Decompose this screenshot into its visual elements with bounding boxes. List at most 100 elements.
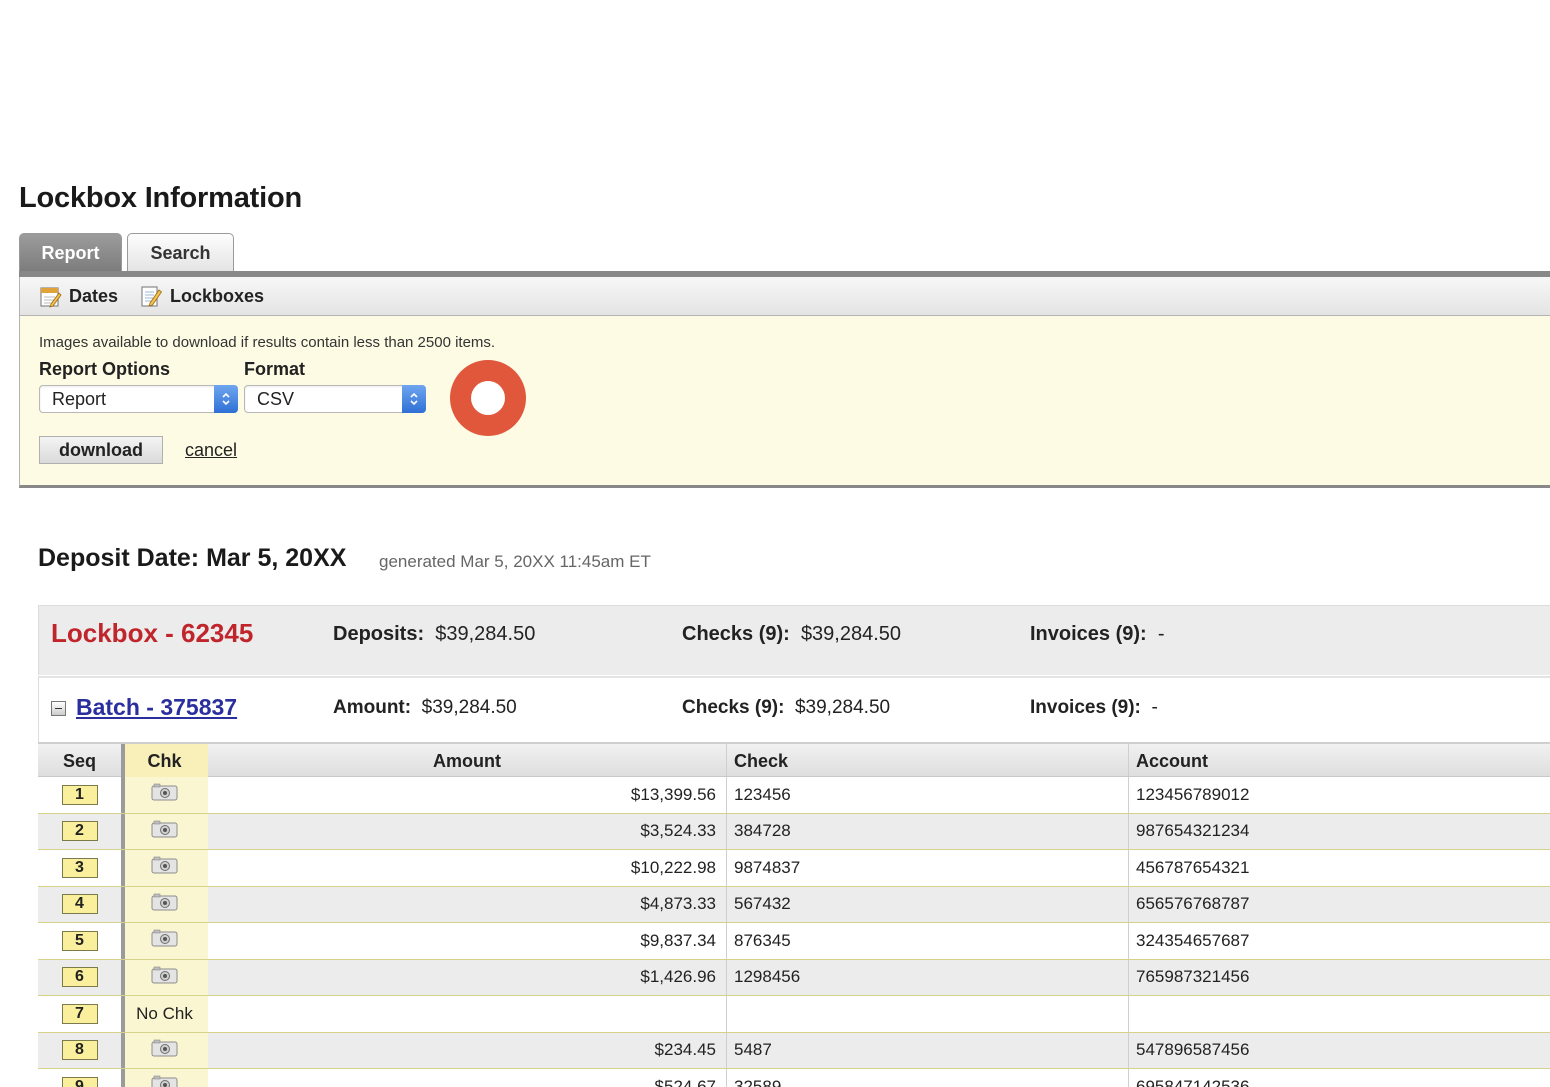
- seq-cell: 9: [38, 1069, 121, 1087]
- seq-button[interactable]: 7: [61, 1003, 98, 1024]
- checks-value: $39,284.50: [794, 697, 891, 718]
- collapse-toggle-icon[interactable]: [51, 701, 66, 716]
- check-image-cell: [121, 850, 208, 886]
- column-header-check[interactable]: Check: [726, 744, 1128, 779]
- check-image-cell: [121, 1033, 208, 1069]
- seq-button[interactable]: 5: [61, 930, 98, 951]
- lockbox-deposits: Deposits: $39,284.50: [333, 623, 535, 646]
- table-row: 6 $1,426.96 1298456 765987321456: [38, 959, 1550, 996]
- deposits-label: Deposits:: [333, 623, 425, 645]
- column-divider: [1128, 959, 1129, 995]
- batch-link[interactable]: Batch - 375837: [76, 694, 237, 721]
- amount-cell: $3,524.33: [640, 821, 716, 841]
- lockboxes-button[interactable]: Lockboxes: [141, 282, 264, 310]
- document-edit-icon: [141, 286, 163, 307]
- account-cell: 656576768787: [1136, 894, 1250, 914]
- check-number-cell: 9874837: [734, 857, 801, 877]
- checks-label: Checks (9):: [682, 623, 790, 645]
- table-row: 2 $3,524.33 384728 987654321234: [38, 813, 1550, 850]
- amount-value: $39,284.50: [421, 697, 517, 718]
- table-body: 1 $13,399.56 123456 123456789012 2 $3,524.33 3…: [38, 777, 1550, 1087]
- calendar-edit-icon: [40, 287, 62, 308]
- column-divider: [726, 886, 727, 922]
- camera-icon[interactable]: [151, 929, 178, 952]
- column-divider: [1128, 923, 1129, 959]
- seq-button[interactable]: 6: [61, 967, 98, 988]
- seq-cell: 5: [38, 923, 121, 959]
- lockbox-checks: Checks (9): $39,284.50: [682, 623, 901, 646]
- seq-cell: 1: [38, 777, 121, 813]
- seq-cell: 3: [38, 850, 121, 886]
- amount-cell: $1,426.96: [640, 967, 716, 987]
- batch-amount: Amount: $39,284.50: [333, 697, 517, 719]
- invoices-label: Invoices (9):: [1030, 623, 1147, 645]
- table-row: 1 $13,399.56 123456 123456789012: [38, 777, 1550, 814]
- select-arrows-icon: [214, 385, 238, 413]
- seq-button[interactable]: 2: [61, 821, 98, 842]
- column-divider: [726, 850, 727, 886]
- amount-cell: $9,837.34: [640, 930, 716, 950]
- checks-label: Checks (9):: [682, 697, 785, 718]
- tab-report[interactable]: Report: [19, 233, 122, 273]
- column-divider: [726, 923, 727, 959]
- report-options-label: Report Options: [39, 359, 170, 379]
- camera-icon[interactable]: [151, 820, 178, 843]
- column-divider: [1128, 1032, 1129, 1068]
- seq-cell: 6: [38, 960, 121, 996]
- column-divider: [726, 1032, 727, 1068]
- amount-cell: $524.67: [654, 1076, 716, 1087]
- invoices-value: -: [1157, 623, 1165, 645]
- table-row: 8 $234.45 5487 547896587456: [38, 1032, 1550, 1069]
- invoices-value: -: [1151, 697, 1158, 718]
- select-arrows-icon: [402, 385, 426, 413]
- table-row: 5 $9,837.34 876345 324354657687: [38, 923, 1550, 960]
- click-target-marker-center: [471, 381, 505, 415]
- amount-cell: $13,399.56: [630, 784, 716, 804]
- check-image-cell: [121, 814, 208, 850]
- toolbar: Dates Lockboxes: [19, 277, 1550, 316]
- amount-label: Amount:: [333, 697, 412, 718]
- table-row: 3 $10,222.98 9874837 456787654321: [38, 850, 1550, 887]
- column-divider: [1128, 777, 1129, 813]
- amount-cell: $4,873.33: [640, 894, 716, 914]
- tab-search[interactable]: Search: [127, 233, 234, 273]
- camera-icon[interactable]: [151, 893, 178, 916]
- cancel-link[interactable]: cancel: [185, 440, 237, 461]
- column-divider: [726, 777, 727, 813]
- column-divider: [726, 1069, 727, 1087]
- format-select[interactable]: CSV: [244, 385, 426, 413]
- account-cell: 123456789012: [1136, 784, 1250, 804]
- report-options-panel: Images available to download if results …: [19, 316, 1550, 488]
- no-check-label: No Chk: [136, 1003, 193, 1023]
- batch-invoices: Invoices (9): -: [1030, 697, 1158, 719]
- camera-icon[interactable]: [151, 1075, 178, 1087]
- camera-icon[interactable]: [151, 966, 178, 989]
- table-row: 7 No Chk: [38, 996, 1550, 1033]
- account-cell: 324354657687: [1136, 930, 1250, 950]
- check-number-cell: [726, 996, 1128, 1032]
- seq-button[interactable]: 8: [61, 1040, 98, 1061]
- seq-button[interactable]: 3: [61, 857, 98, 878]
- table-row: 9 $524.67 32589 695847142536: [38, 1069, 1550, 1087]
- column-divider: [1128, 1069, 1129, 1087]
- column-header-account[interactable]: Account: [1128, 744, 1550, 779]
- camera-icon[interactable]: [151, 1039, 178, 1062]
- seq-cell: 8: [38, 1033, 121, 1069]
- click-target-marker: [450, 360, 526, 436]
- seq-button[interactable]: 4: [61, 894, 98, 915]
- account-cell: 695847142536: [1136, 1076, 1250, 1087]
- download-button[interactable]: download: [39, 436, 163, 464]
- report-options-select[interactable]: Report: [39, 385, 238, 413]
- check-image-cell: [121, 923, 208, 959]
- seq-button[interactable]: 1: [61, 784, 98, 805]
- camera-icon[interactable]: [151, 856, 178, 879]
- column-header-chk[interactable]: Chk: [121, 744, 208, 779]
- account-cell: 456787654321: [1136, 857, 1250, 877]
- column-header-amount[interactable]: Amount: [208, 744, 726, 779]
- check-number-cell: 1298456: [734, 967, 801, 987]
- seq-button[interactable]: 9: [61, 1076, 98, 1087]
- dates-button[interactable]: Dates: [40, 282, 118, 310]
- column-header-seq[interactable]: Seq: [38, 744, 121, 779]
- items-table: Seq Chk Amount Check Account 1 $13,399.56…: [38, 742, 1550, 1087]
- camera-icon[interactable]: [151, 783, 178, 806]
